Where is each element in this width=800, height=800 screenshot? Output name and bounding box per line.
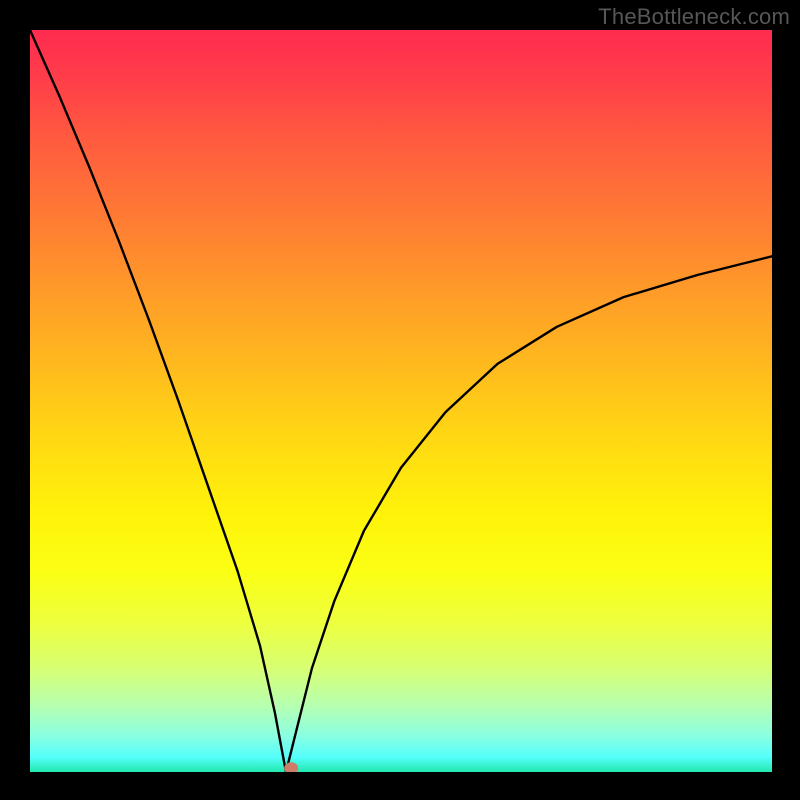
minimum-marker: [284, 762, 298, 772]
watermark-text: TheBottleneck.com: [598, 4, 790, 30]
bottleneck-curve: [30, 30, 772, 772]
chart-frame: TheBottleneck.com: [0, 0, 800, 800]
chart-svg: [30, 30, 772, 772]
plot-area: [30, 30, 772, 772]
